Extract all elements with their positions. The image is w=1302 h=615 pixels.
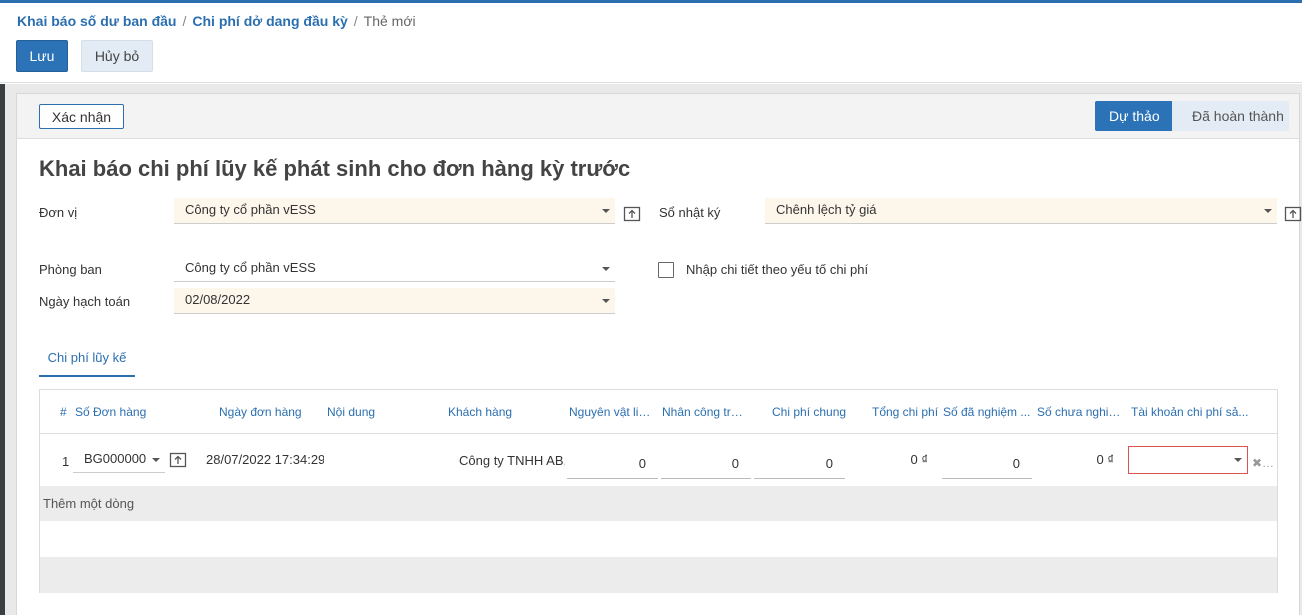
control-panel: Khai báo số dư ban đầu / Chi phí dở dang đ… — [0, 3, 1302, 83]
trash-icon[interactable]: ✖… — [1252, 456, 1274, 470]
breadcrumb-link-opening-balance[interactable]: Khai báo số dư ban đầu — [17, 13, 176, 29]
discard-button[interactable]: Hủy bỏ — [81, 40, 153, 72]
chevron-down-icon — [602, 299, 610, 303]
col-index: # — [60, 405, 67, 419]
department-select[interactable]: Công ty cổ phần vESS — [174, 256, 615, 282]
breadcrumb: Khai báo số dư ban đầu / Chi phí dở dang đ… — [17, 13, 416, 29]
col-material[interactable]: Nguyên vật liệ... — [569, 390, 655, 434]
external-link-icon[interactable] — [623, 205, 641, 223]
accounting-date-field[interactable]: 02/08/2022 — [174, 288, 615, 314]
empty-row — [40, 557, 1277, 593]
stage-done[interactable]: Đã hoàn thành — [1172, 101, 1289, 131]
journal-label: Sổ nhật ký — [659, 205, 721, 220]
status-bar: Xác nhận Dự thảo Đã hoàn thành — [17, 94, 1299, 139]
chevron-down-icon — [602, 267, 610, 271]
col-account[interactable]: Tài khoản chi phí sả... — [1131, 390, 1251, 434]
account-select[interactable] — [1128, 446, 1248, 474]
breadcrumb-separator: / — [182, 13, 187, 29]
row-index: 1 — [62, 454, 70, 469]
chevron-down-icon — [1234, 458, 1242, 462]
accepted-input[interactable]: 0 — [942, 451, 1032, 479]
labor-input[interactable]: 0 — [661, 451, 751, 479]
journal-value: Chênh lệch tỷ giá — [776, 202, 877, 217]
chevron-down-icon — [602, 209, 610, 213]
col-labor[interactable]: Nhân công trự... — [662, 390, 748, 434]
col-accepted[interactable]: Số đã nghiệm ... — [943, 390, 1031, 434]
journal-select[interactable]: Chênh lệch tỷ giá — [765, 198, 1277, 224]
department-label: Phòng ban — [39, 262, 102, 277]
stage-draft[interactable]: Dự thảo — [1095, 101, 1180, 131]
stage-indicator: Dự thảo Đã hoàn thành — [1095, 101, 1289, 131]
page-title: Khai báo chi phí lũy kế phát sinh cho đơ… — [39, 156, 631, 181]
save-button[interactable]: Lưu — [16, 40, 68, 72]
external-link-icon[interactable] — [169, 451, 187, 469]
material-input[interactable]: 0 — [567, 451, 658, 479]
breadcrumb-current: Thẻ mới — [363, 13, 416, 29]
left-edge-bar — [0, 84, 5, 615]
confirm-button[interactable]: Xác nhận — [39, 104, 124, 129]
tab-accumulated-cost[interactable]: Chi phí lũy kế — [39, 339, 135, 377]
order-value: BG000000 — [84, 451, 147, 466]
col-customer[interactable]: Khách hàng — [448, 390, 538, 434]
col-order[interactable]: Số Đơn hàng — [75, 390, 165, 434]
department-value: Công ty cổ phần vESS — [185, 260, 316, 275]
breadcrumb-link-wip-cost[interactable]: Chi phí dở dang đầu kỳ — [192, 13, 347, 29]
overhead-input[interactable]: 0 — [754, 451, 845, 479]
accounting-date-label: Ngày hạch toán — [39, 294, 131, 309]
col-content[interactable]: Nội dung — [327, 390, 407, 434]
company-select[interactable]: Công ty cổ phần vESS — [174, 198, 615, 224]
form-sheet: Xác nhận Dự thảo Đã hoàn thành Khai báo … — [16, 93, 1302, 615]
not-accepted-value: 0 ₫ — [1096, 452, 1114, 467]
cost-lines-table: # Số Đơn hàng Ngày đơn hàng Nội dung Khá… — [39, 389, 1278, 593]
col-total[interactable]: Tổng chi phí — [872, 390, 940, 434]
chevron-down-icon — [1264, 209, 1272, 213]
add-line-link[interactable]: Thêm một dòng — [40, 486, 1277, 521]
total-value: 0 ₫ — [910, 452, 928, 467]
detail-by-cost-checkbox[interactable] — [658, 262, 674, 278]
empty-row — [40, 521, 1277, 557]
customer-value[interactable]: Công ty TNHH AB, I — [459, 453, 565, 468]
accounting-date-value: 02/08/2022 — [185, 292, 251, 307]
company-label: Đơn vị — [39, 205, 78, 220]
order-date-value: 28/07/2022 17:34:29 — [206, 452, 324, 467]
table-row[interactable]: 1 BG000000 28/07/2022 17:34:29 Công ty T… — [40, 434, 1277, 486]
col-order-date[interactable]: Ngày đơn hàng — [219, 390, 309, 434]
order-select[interactable]: BG000000 — [73, 447, 165, 473]
col-not-accepted[interactable]: Số chưa nghiệ... — [1037, 390, 1123, 434]
company-value: Công ty cổ phần vESS — [185, 202, 316, 217]
table-header: # Số Đơn hàng Ngày đơn hàng Nội dung Khá… — [40, 390, 1277, 434]
detail-by-cost-label: Nhập chi tiết theo yếu tố chi phí — [686, 262, 869, 277]
col-overhead[interactable]: Chi phí chung — [772, 390, 852, 434]
external-link-icon[interactable] — [1284, 205, 1302, 223]
chevron-down-icon — [152, 458, 160, 462]
breadcrumb-separator: / — [353, 13, 358, 29]
